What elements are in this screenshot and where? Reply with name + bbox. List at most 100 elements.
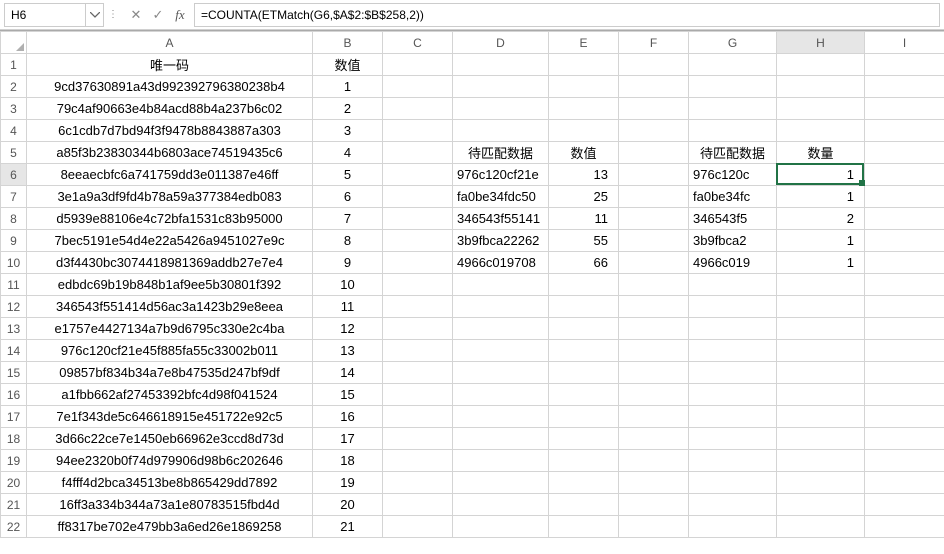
cell[interactable]: 17 [313, 428, 383, 450]
cell[interactable] [619, 428, 689, 450]
cell[interactable] [865, 362, 944, 384]
cell[interactable]: 2 [777, 208, 865, 230]
cell[interactable] [549, 340, 619, 362]
cell[interactable]: 数值 [313, 54, 383, 76]
cell[interactable] [865, 230, 944, 252]
col-header-G[interactable]: G [689, 32, 777, 54]
cell[interactable] [453, 340, 549, 362]
cell[interactable] [865, 318, 944, 340]
cell[interactable]: 66 [549, 252, 619, 274]
cell[interactable] [777, 494, 865, 516]
cell[interactable] [689, 318, 777, 340]
cell[interactable] [383, 450, 453, 472]
cell[interactable] [619, 362, 689, 384]
cell[interactable] [619, 98, 689, 120]
cell[interactable] [383, 208, 453, 230]
cell[interactable] [777, 406, 865, 428]
cell[interactable]: 13 [313, 340, 383, 362]
cell[interactable] [453, 296, 549, 318]
cell[interactable] [865, 384, 944, 406]
cell[interactable]: 1 [777, 230, 865, 252]
col-header-B[interactable]: B [313, 32, 383, 54]
cell[interactable]: 20 [313, 494, 383, 516]
cell[interactable]: 数值 [549, 142, 619, 164]
cell[interactable]: 10 [313, 274, 383, 296]
cell[interactable] [619, 516, 689, 538]
cell[interactable] [383, 120, 453, 142]
cell[interactable] [383, 274, 453, 296]
cell[interactable] [865, 120, 944, 142]
row-header[interactable]: 10 [1, 252, 27, 274]
cell[interactable]: a1fbb662af27453392bfc4d98f041524 [27, 384, 313, 406]
cell[interactable]: 11 [313, 296, 383, 318]
cell[interactable]: 3b9fbca22262 [453, 230, 549, 252]
cell[interactable] [777, 120, 865, 142]
cell[interactable] [689, 54, 777, 76]
cell[interactable] [619, 274, 689, 296]
cell[interactable] [689, 98, 777, 120]
cell[interactable]: 9cd37630891a43d992392796380238b4 [27, 76, 313, 98]
cell[interactable] [549, 494, 619, 516]
cell[interactable] [383, 384, 453, 406]
cell[interactable] [777, 362, 865, 384]
cell[interactable]: 1 [313, 76, 383, 98]
cell[interactable] [689, 362, 777, 384]
row-header[interactable]: 18 [1, 428, 27, 450]
cell[interactable] [383, 406, 453, 428]
cell[interactable] [619, 54, 689, 76]
cell[interactable] [777, 384, 865, 406]
cell[interactable]: 3 [313, 120, 383, 142]
cell[interactable]: 6c1cdb7d7bd94f3f9478b8843887a303 [27, 120, 313, 142]
cell[interactable] [383, 516, 453, 538]
cell[interactable] [453, 494, 549, 516]
cell[interactable]: 3e1a9a3df9fd4b78a59a377384edb083 [27, 186, 313, 208]
cell[interactable] [453, 120, 549, 142]
cell[interactable]: 4 [313, 142, 383, 164]
cell[interactable]: 976c120cf21e45f885fa55c33002b011 [27, 340, 313, 362]
cell[interactable] [549, 98, 619, 120]
cell[interactable]: 346543f5 [689, 208, 777, 230]
cell[interactable] [777, 98, 865, 120]
cell[interactable] [383, 318, 453, 340]
cell[interactable] [549, 76, 619, 98]
cell[interactable]: ff8317be702e479bb3a6ed26e1869258 [27, 516, 313, 538]
cell[interactable] [689, 516, 777, 538]
cell[interactable] [619, 494, 689, 516]
cell[interactable] [865, 186, 944, 208]
cell[interactable] [777, 428, 865, 450]
cell[interactable] [383, 76, 453, 98]
cell[interactable] [777, 274, 865, 296]
cell[interactable]: 346543f55141 [453, 208, 549, 230]
cell[interactable]: 14 [313, 362, 383, 384]
cell[interactable]: fa0be34fdc50 [453, 186, 549, 208]
cell[interactable] [453, 54, 549, 76]
cell[interactable]: 1 [777, 164, 865, 186]
cell[interactable] [383, 340, 453, 362]
cell[interactable] [619, 142, 689, 164]
cell[interactable] [619, 318, 689, 340]
cell[interactable] [383, 230, 453, 252]
cell[interactable] [383, 142, 453, 164]
col-header-C[interactable]: C [383, 32, 453, 54]
cell[interactable] [453, 76, 549, 98]
cell[interactable]: 5 [313, 164, 383, 186]
cell[interactable] [865, 142, 944, 164]
cell[interactable] [689, 428, 777, 450]
cell[interactable] [619, 76, 689, 98]
cell[interactable] [383, 362, 453, 384]
cell[interactable] [865, 494, 944, 516]
cell[interactable]: e1757e4427134a7b9d6795c330e2c4ba [27, 318, 313, 340]
cell[interactable]: 待匹配数据 [453, 142, 549, 164]
cell[interactable]: 16 [313, 406, 383, 428]
cell[interactable] [549, 384, 619, 406]
cell[interactable] [383, 428, 453, 450]
cell[interactable] [453, 384, 549, 406]
cell[interactable]: d5939e88106e4c72bfa1531c83b95000 [27, 208, 313, 230]
cell[interactable] [619, 230, 689, 252]
cell[interactable]: 18 [313, 450, 383, 472]
cell[interactable] [549, 274, 619, 296]
cell[interactable] [453, 428, 549, 450]
col-header-H[interactable]: H [777, 32, 865, 54]
cell[interactable] [619, 340, 689, 362]
cell[interactable] [549, 516, 619, 538]
